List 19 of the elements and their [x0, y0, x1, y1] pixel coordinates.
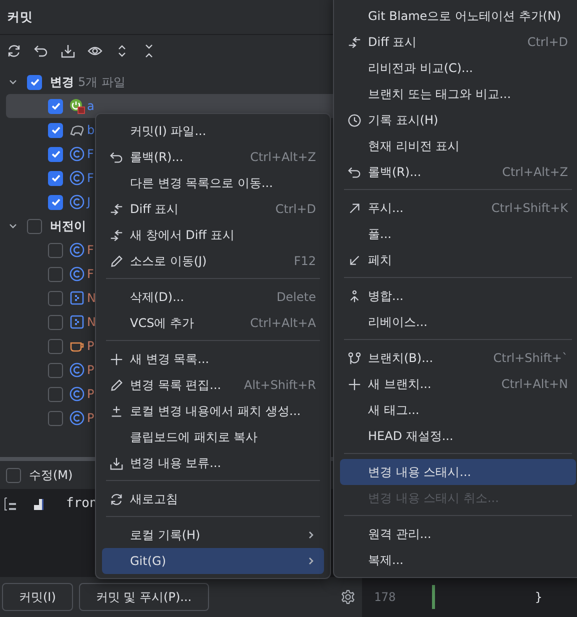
file-name: P: [87, 363, 94, 377]
line-number: 178: [374, 590, 397, 604]
file-name: P: [87, 387, 94, 401]
code-text: }: [535, 590, 542, 604]
file-name: F: [87, 267, 94, 281]
file-name: P: [87, 411, 94, 425]
file-name: J: [87, 195, 91, 209]
file-count: 5개 파일: [78, 74, 126, 90]
file-name: F: [87, 243, 94, 257]
file-name: F: [87, 147, 94, 161]
file-name: a: [87, 99, 94, 113]
file-name: N: [87, 291, 96, 305]
group-label: 변경: [50, 74, 74, 90]
file-name: F: [87, 171, 94, 185]
file-name: N: [87, 315, 96, 329]
file-name: b: [87, 123, 95, 137]
amend-label: 수정(M): [29, 466, 73, 484]
group-label: 버전이: [50, 218, 86, 234]
file-name: P: [87, 339, 94, 353]
